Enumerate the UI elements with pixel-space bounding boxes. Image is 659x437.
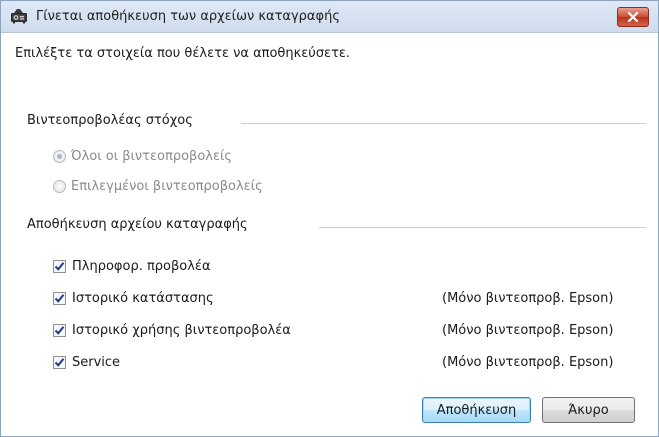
checkmark-icon — [54, 262, 65, 271]
checkbox-usage-history[interactable]: Ιστορικό χρήσης βιντεοπροβολέα — [53, 323, 291, 338]
radio-button-selected[interactable] — [53, 180, 66, 193]
radio-button-all[interactable] — [53, 150, 66, 163]
title-bar[interactable]: Γίνεται αποθήκευση των αρχείων καταγραφή… — [1, 1, 658, 33]
save-button[interactable]: Αποθήκευση — [422, 397, 531, 423]
radio-selected-projectors[interactable]: Επιλεγμένοι βιντεοπροβολείς — [53, 179, 263, 194]
checkbox-projector-info[interactable]: Πληροφορ. προβολέα — [53, 259, 211, 274]
checkmark-icon — [54, 358, 65, 367]
window-title: Γίνεται αποθήκευση των αρχείων καταγραφή… — [36, 9, 340, 24]
radio-all-label: Όλοι οι βιντεοπροβολείς — [71, 149, 233, 164]
checkbox-box[interactable] — [53, 324, 66, 337]
checkbox-box[interactable] — [53, 356, 66, 369]
target-group-divider — [241, 123, 646, 124]
checkmark-icon — [54, 326, 65, 335]
save-log-dialog: Γίνεται αποθήκευση των αρχείων καταγραφή… — [0, 0, 659, 437]
checkbox-service[interactable]: Service — [53, 355, 120, 370]
checkbox-label: Service — [72, 355, 121, 370]
radio-selected-label: Επιλεγμένοι βιντεοπροβολείς — [71, 179, 263, 194]
epson-only-note: (Μόνο βιντεοπροβ. Epson) — [442, 323, 614, 338]
close-icon — [627, 11, 639, 23]
close-button[interactable] — [617, 7, 649, 27]
radio-all-projectors[interactable]: Όλοι οι βιντεοπροβολείς — [53, 149, 232, 164]
checkmark-icon — [54, 294, 65, 303]
projector-icon — [10, 8, 28, 24]
log-group-header: Αποθήκευση αρχείου καταγραφής — [27, 217, 262, 232]
epson-only-note: (Μόνο βιντεοπροβ. Epson) — [442, 355, 614, 370]
checkbox-label: Πληροφορ. προβολέα — [72, 259, 211, 274]
cancel-button[interactable]: Άκυρο — [542, 397, 635, 423]
checkbox-status-history[interactable]: Ιστορικό κατάστασης — [53, 291, 214, 306]
checkbox-label: Ιστορικό κατάστασης — [72, 291, 214, 306]
checkbox-box[interactable] — [53, 260, 66, 273]
checkbox-box[interactable] — [53, 292, 66, 305]
epson-only-note: (Μόνο βιντεοπροβ. Epson) — [442, 291, 614, 306]
checkbox-label: Ιστορικό χρήσης βιντεοπροβολέα — [72, 323, 291, 338]
instructions-text: Επιλέξτε τα στοιχεία που θέλετε να αποθη… — [15, 46, 351, 61]
target-group-header: Βιντεοπροβολέας στόχος — [27, 113, 207, 128]
log-group-divider — [319, 227, 646, 228]
